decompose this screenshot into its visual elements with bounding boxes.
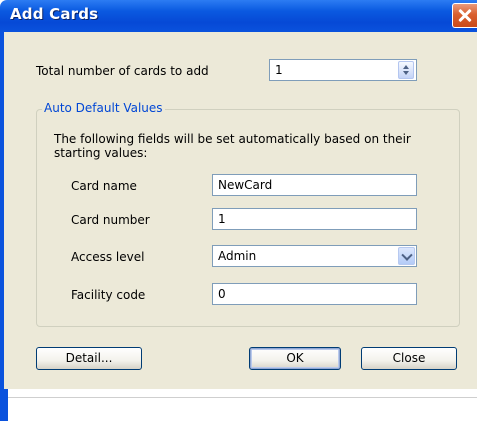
background-border [4, 389, 8, 421]
total-cards-spinner[interactable] [398, 61, 414, 79]
access-level-value: Admin [218, 249, 257, 263]
card-name-label: Card name [71, 179, 137, 193]
spin-up-icon[interactable] [403, 65, 409, 69]
total-cards-input[interactable] [269, 59, 417, 81]
facility-code-input[interactable] [212, 283, 417, 305]
background-panel [4, 389, 477, 421]
group-legend: Auto Default Values [42, 101, 165, 115]
access-level-label: Access level [71, 250, 145, 264]
ok-button[interactable]: OK [249, 347, 341, 370]
facility-code-label: Facility code [71, 288, 146, 302]
chevron-down-icon[interactable] [398, 247, 415, 265]
card-name-input[interactable] [212, 174, 417, 196]
total-cards-label: Total number of cards to add [36, 64, 209, 78]
window-title: Add Cards [10, 5, 99, 23]
close-button[interactable]: Close [361, 347, 457, 370]
background-divider [8, 397, 477, 398]
close-icon[interactable] [452, 3, 477, 28]
card-number-input[interactable] [212, 208, 417, 230]
group-description: The following fields will be set automat… [54, 132, 411, 160]
detail-button[interactable]: Detail... [36, 347, 142, 370]
access-level-select[interactable]: Admin [212, 245, 417, 267]
card-number-label: Card number [71, 213, 150, 227]
title-bar: Add Cards [0, 0, 477, 32]
spin-down-icon[interactable] [403, 71, 409, 75]
